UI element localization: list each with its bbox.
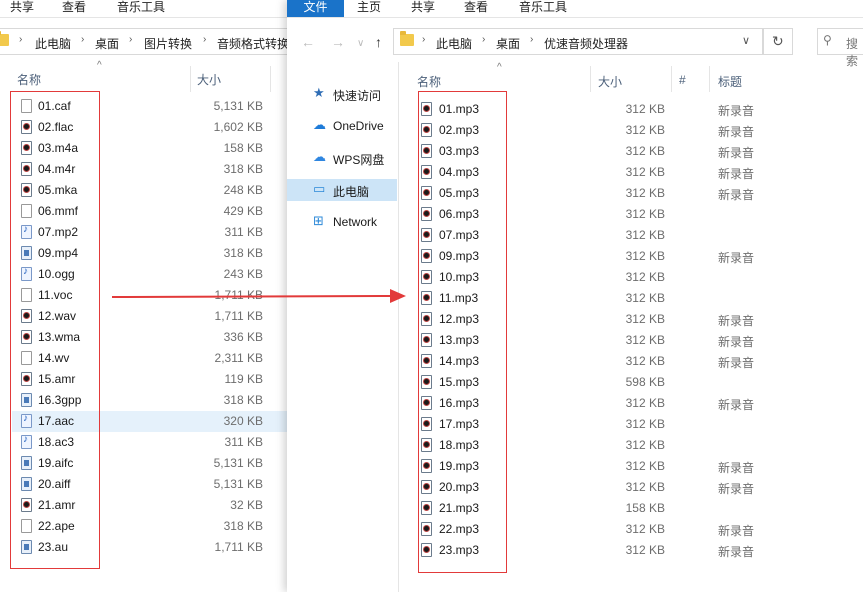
conversion-arrow bbox=[111, 289, 406, 303]
